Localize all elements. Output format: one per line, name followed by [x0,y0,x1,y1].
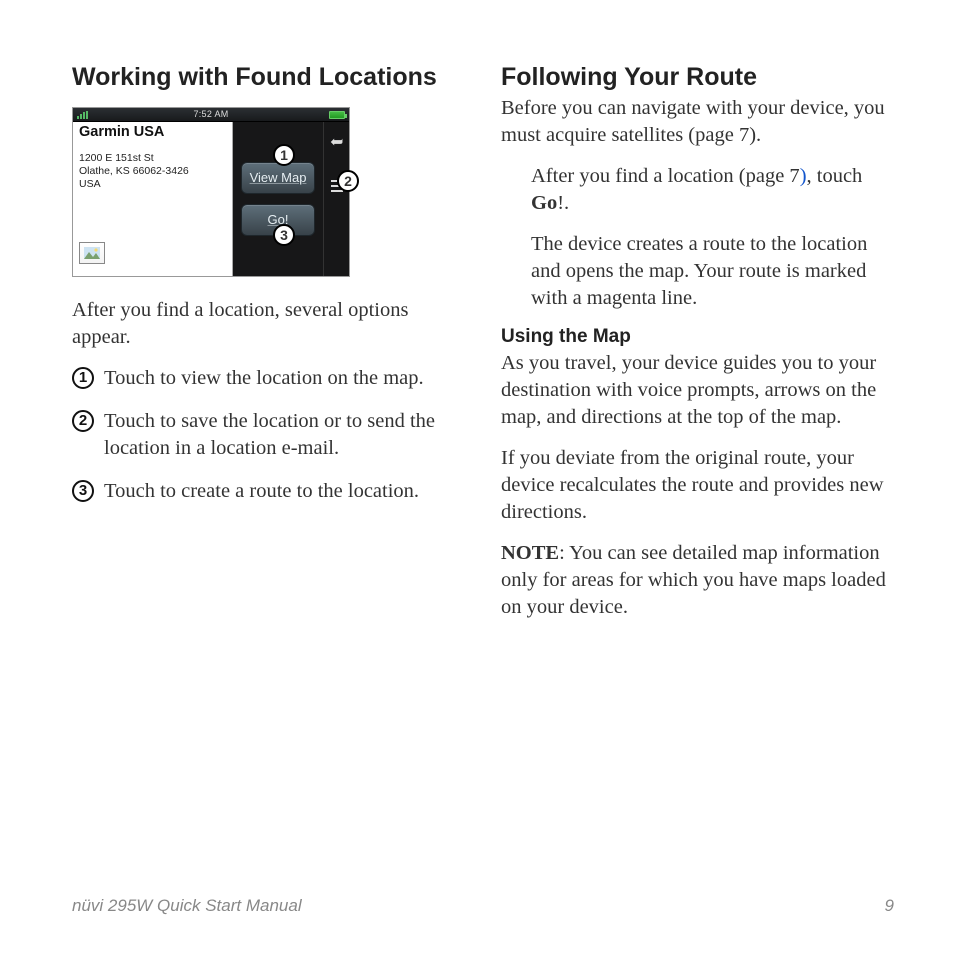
address-line: USA [79,178,226,191]
paragraph: Before you can navigate with your device… [501,95,894,149]
note: NOTE: You can see detailed map informati… [501,540,894,621]
list-item: 1 Touch to view the location on the map. [72,365,465,392]
statusbar-time: 7:52 AM [193,109,228,119]
step-result: The device creates a route to the locati… [531,231,894,312]
list-badge: 2 [72,410,94,432]
list-badge: 1 [72,367,94,389]
callout-3: 3 [273,224,295,246]
location-name: Garmin USA [79,124,226,140]
page-footer: nüvi 295W Quick Start Manual 9 [72,896,894,916]
address-line: Olathe, KS 66062-3426 [79,165,226,178]
list-text: Touch to create a route to the location. [104,478,419,505]
page-number: 9 [885,896,894,916]
view-map-button[interactable]: View Map [241,162,315,194]
subheading-using-the-map: Using the Map [501,326,894,348]
photo-icon[interactable] [79,242,105,264]
list-badge: 3 [72,480,94,502]
list-text: Touch to view the location on the map. [104,365,424,392]
paragraph: As you travel, your device guides you to… [501,350,894,431]
text: , touch [807,165,863,187]
go-label: Go [531,192,557,214]
step-text: After you find a location (page 7), touc… [531,163,894,217]
callout-1: 1 [273,144,295,166]
manual-title: nüvi 295W Quick Start Manual [72,896,302,916]
text: !. [557,192,569,214]
statusbar: 7:52 AM [73,108,349,122]
location-panel: Garmin USA 1200 E 151st St Olathe, KS 66… [73,122,233,276]
device-screenshot: 7:52 AM Garmin USA 1200 E 151st St Olath… [72,107,350,277]
list-text: Touch to save the location or to send th… [104,408,465,462]
page-link[interactable]: ) [800,165,807,187]
text: After you find a location (page 7 [531,165,800,187]
note-body: : You can see detailed map information o… [501,542,886,618]
heading-working-with-found-locations: Working with Found Locations [72,62,465,93]
heading-following-your-route: Following Your Route [501,62,894,93]
battery-icon [329,111,345,119]
intro-text: After you find a location, several optio… [72,297,465,351]
list-item: 3 Touch to create a route to the locatio… [72,478,465,505]
note-label: NOTE [501,542,559,564]
paragraph: If you deviate from the original route, … [501,445,894,526]
callout-list: 1 Touch to view the location on the map.… [72,365,465,505]
signal-icon [77,111,88,119]
back-icon[interactable]: ➥ [330,132,343,152]
location-address: 1200 E 151st St Olathe, KS 66062-3426 US… [79,152,226,191]
list-item: 2 Touch to save the location or to send … [72,408,465,462]
address-line: 1200 E 151st St [79,152,226,165]
callout-2: 2 [337,170,359,192]
